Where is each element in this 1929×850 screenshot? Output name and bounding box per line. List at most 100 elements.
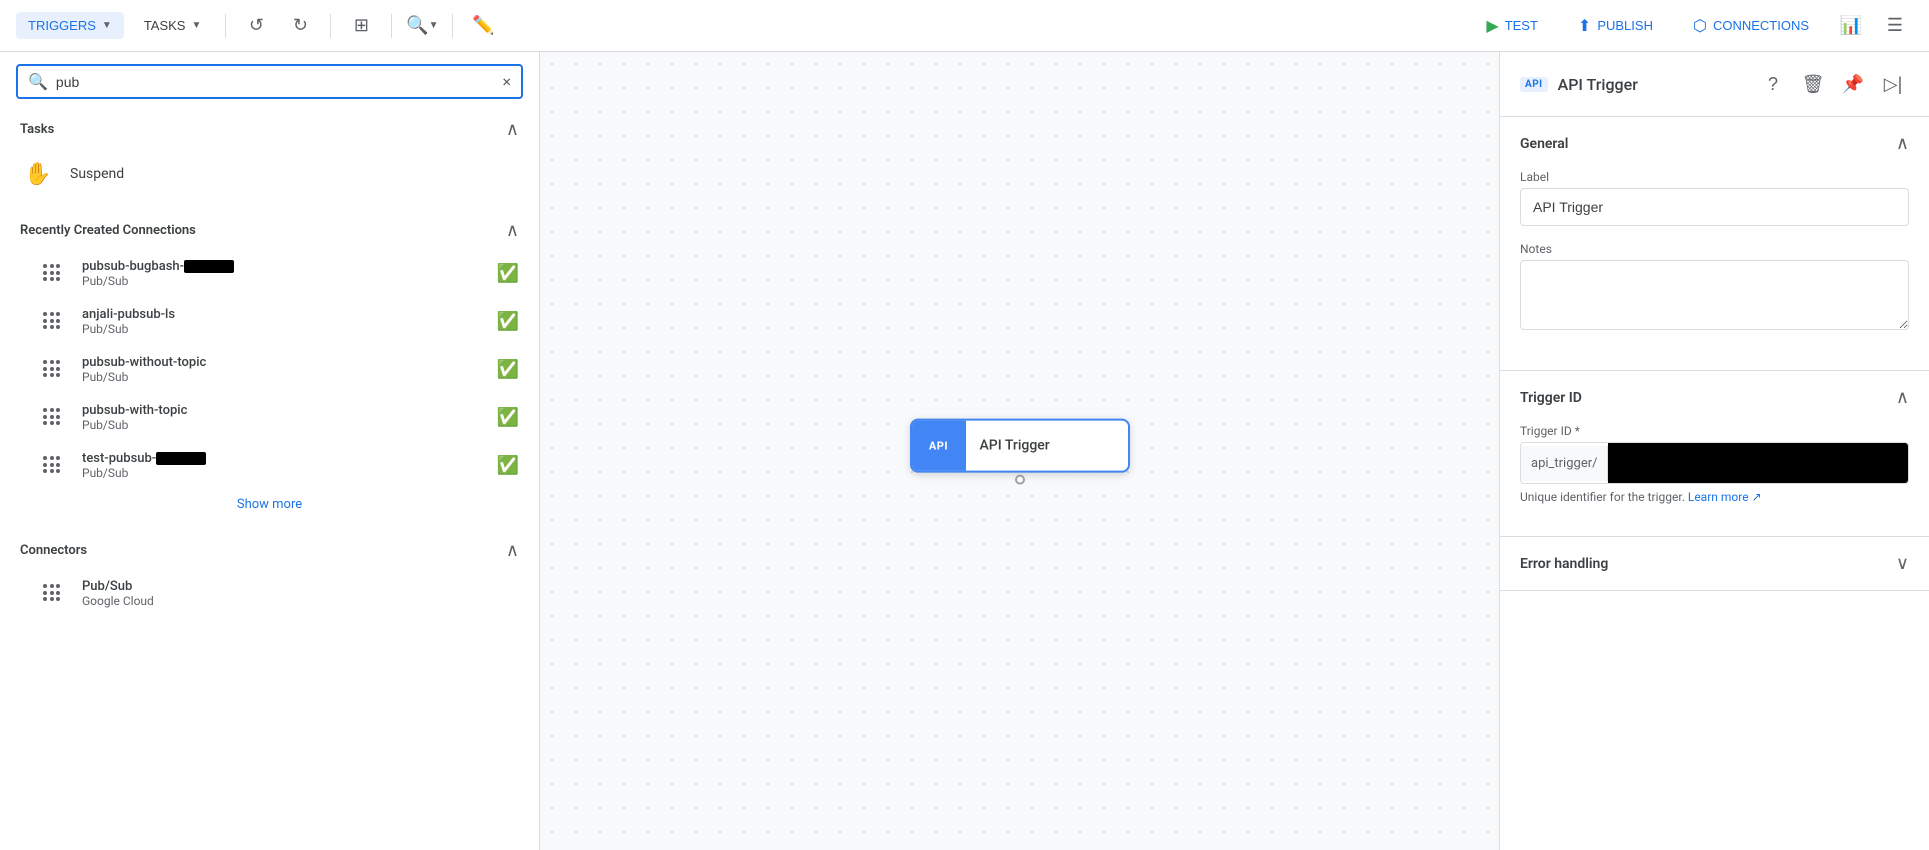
trigger-id-help-text: Unique identifier for the trigger.: [1520, 490, 1685, 504]
help-button[interactable]: ?: [1757, 68, 1789, 100]
general-section-header[interactable]: General ∧: [1500, 117, 1929, 170]
error-handling-collapse-icon: ∨: [1896, 553, 1909, 574]
node-connector: [1015, 475, 1025, 485]
recently-created-section: Recently Created Connections ∧ pubsub-bu…: [0, 208, 539, 520]
pubsub-connector-icon: [36, 577, 68, 609]
tasks-chevron-icon: ▼: [191, 20, 201, 31]
clear-search-button[interactable]: ×: [502, 74, 511, 90]
delete-button[interactable]: 🗑: [1797, 68, 1829, 100]
pubsub-icon-3: [36, 401, 68, 433]
tasks-button[interactable]: TASKS ▼: [132, 12, 214, 39]
divider-2: [330, 14, 331, 38]
connectors-section: Connectors ∧ Pub/Sub Google Cloud: [0, 528, 539, 617]
trigger-id-help: Unique identifier for the trigger. Learn…: [1520, 490, 1909, 504]
layout-button[interactable]: ⊞: [343, 8, 379, 44]
error-handling-header[interactable]: Error handling ∨: [1500, 537, 1929, 590]
dot-grid-1: [43, 312, 61, 330]
conn-info-1: anjali-pubsub-ls Pub/Sub: [82, 307, 483, 336]
show-more-link[interactable]: Show more: [0, 489, 539, 520]
right-panel: API API Trigger ? 🗑 📌 ▷| General: [1499, 52, 1929, 850]
tasks-section-header[interactable]: Tasks ∧: [0, 107, 539, 148]
publish-icon: ⬆: [1578, 16, 1591, 36]
pubsub-icon-0: [36, 257, 68, 289]
connections-icon: ⬡: [1693, 16, 1707, 36]
delete-icon: 🗑: [1802, 74, 1825, 95]
conn-type-3: Pub/Sub: [82, 418, 483, 432]
trigger-id-content: Trigger ID * api_trigger/ Unique identif…: [1500, 424, 1929, 536]
conn-name-0: pubsub-bugbash-: [82, 259, 483, 274]
left-panel: 🔍 × Tasks ∧ ✋ Suspend Recently: [0, 52, 540, 850]
dot-grid-4: [43, 456, 61, 474]
tasks-section: Tasks ∧ ✋ Suspend: [0, 107, 539, 200]
expand-button[interactable]: ▷|: [1877, 68, 1909, 100]
redo-icon: ↻: [293, 15, 308, 36]
trigger-id-section-header[interactable]: Trigger ID ∧: [1500, 371, 1929, 424]
connector-name: Pub/Sub: [82, 579, 519, 594]
test-button[interactable]: ▶ TEST: [1470, 10, 1554, 42]
conn-status-0: ✅: [497, 263, 519, 284]
search-input[interactable]: [56, 74, 495, 90]
undo-icon: ↺: [249, 15, 264, 36]
recently-created-collapse-icon: ∧: [506, 220, 519, 241]
analytics-button[interactable]: 📊: [1833, 8, 1869, 44]
connections-button[interactable]: ⬡ CONNECTIONS: [1677, 10, 1825, 42]
suspend-icon: ✋: [20, 156, 56, 192]
connection-item-2[interactable]: pubsub-without-topic Pub/Sub ✅: [0, 345, 539, 393]
label-input[interactable]: [1520, 188, 1909, 226]
test-play-icon: ▶: [1486, 16, 1498, 36]
connector-provider: Google Cloud: [82, 594, 519, 608]
zoom-button[interactable]: 🔍 ▼: [404, 8, 440, 44]
connection-item-3[interactable]: pubsub-with-topic Pub/Sub ✅: [0, 393, 539, 441]
connectors-section-header[interactable]: Connectors ∧: [0, 528, 539, 569]
learn-more-link[interactable]: Learn more ↗: [1688, 490, 1762, 504]
zoom-chevron-icon: ▼: [429, 20, 439, 31]
tasks-label: TASKS: [144, 18, 186, 33]
conn-status-2: ✅: [497, 359, 519, 380]
more-menu-button[interactable]: ☰: [1877, 8, 1913, 44]
notes-textarea[interactable]: [1520, 260, 1909, 330]
canvas-node-api-trigger[interactable]: API API Trigger: [910, 419, 1130, 473]
dot-grid-0: [43, 264, 61, 282]
error-handling-title: Error handling: [1520, 556, 1608, 572]
layout-icon: ⊞: [354, 15, 369, 36]
recently-created-header[interactable]: Recently Created Connections ∧: [0, 208, 539, 249]
conn-type-1: Pub/Sub: [82, 322, 483, 336]
conn-name-1: anjali-pubsub-ls: [82, 307, 483, 322]
publish-button[interactable]: ⬆ PUBLISH: [1562, 10, 1669, 42]
connection-item-4[interactable]: test-pubsub- Pub/Sub ✅: [0, 441, 539, 489]
label-field: Label: [1520, 170, 1909, 226]
undo-button[interactable]: ↺: [238, 8, 274, 44]
connection-item-0[interactable]: pubsub-bugbash- Pub/Sub ✅: [0, 249, 539, 297]
recently-created-title: Recently Created Connections: [20, 223, 196, 238]
dropdown-content: Tasks ∧ ✋ Suspend Recently Created Conne…: [0, 99, 539, 850]
notes-field: Notes: [1520, 242, 1909, 334]
connector-item-pubsub[interactable]: Pub/Sub Google Cloud: [0, 569, 539, 617]
connector-dot-grid: [43, 584, 61, 602]
pen-button[interactable]: ✏️: [465, 8, 501, 44]
right-panel-header: API API Trigger ? 🗑 📌 ▷|: [1500, 52, 1929, 117]
trigger-id-field-label: Trigger ID *: [1520, 424, 1909, 438]
trigger-id-prefix: api_trigger/: [1521, 446, 1608, 481]
help-icon: ?: [1768, 74, 1778, 95]
error-handling-section: Error handling ∨: [1500, 537, 1929, 591]
trigger-id-field: Trigger ID * api_trigger/ Unique identif…: [1520, 424, 1909, 504]
dot-grid-3: [43, 408, 61, 426]
connections-label: CONNECTIONS: [1713, 18, 1809, 33]
search-icon: 🔍: [28, 72, 48, 91]
pubsub-icon-2: [36, 353, 68, 385]
connection-item-1[interactable]: anjali-pubsub-ls Pub/Sub ✅: [0, 297, 539, 345]
expand-icon: ▷|: [1884, 74, 1903, 95]
search-box: 🔍 ×: [16, 64, 523, 99]
conn-status-3: ✅: [497, 407, 519, 428]
test-label: TEST: [1505, 18, 1538, 33]
triggers-button[interactable]: TRIGGERS ▼: [16, 12, 124, 39]
panel-title: API Trigger: [1558, 75, 1747, 94]
pin-button[interactable]: 📌: [1837, 68, 1869, 100]
trigger-id-wrapper: api_trigger/: [1520, 442, 1909, 484]
trigger-id-collapse-icon: ∧: [1896, 387, 1909, 408]
redo-button[interactable]: ↻: [282, 8, 318, 44]
divider-4: [452, 14, 453, 38]
node-label: API Trigger: [966, 438, 1064, 454]
task-item-suspend[interactable]: ✋ Suspend: [0, 148, 539, 200]
pin-icon: 📌: [1842, 74, 1864, 95]
